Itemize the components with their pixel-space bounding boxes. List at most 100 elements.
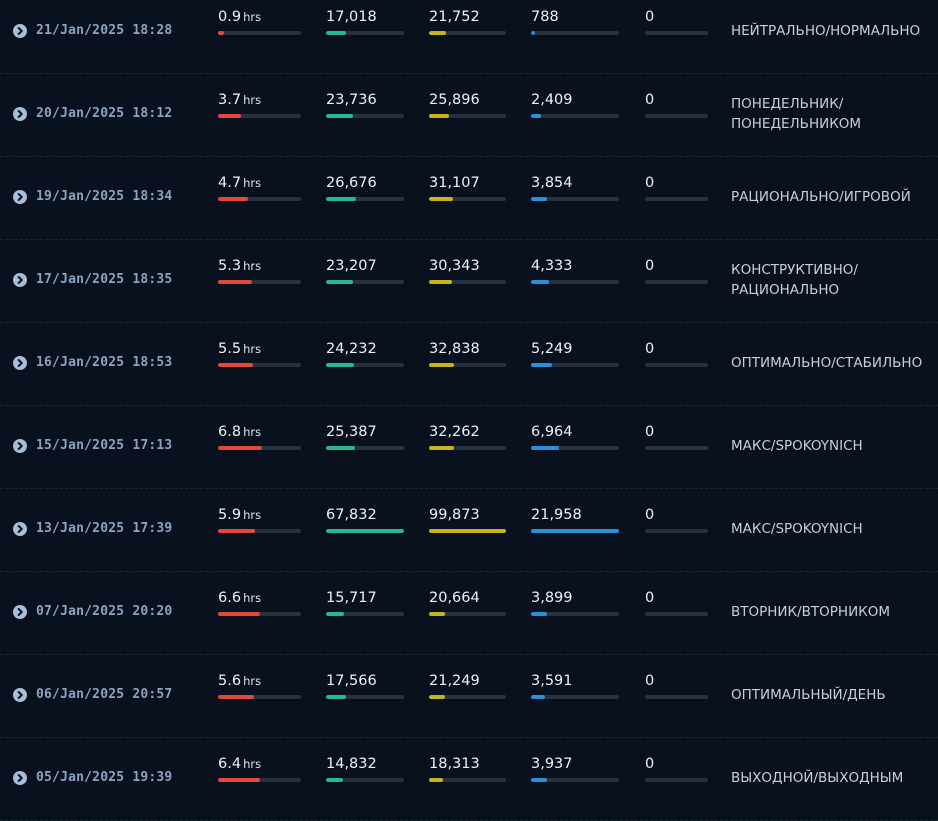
metric-2-cell: 26,676: [326, 174, 404, 206]
chevron-right-circle-icon[interactable]: [13, 190, 27, 204]
table-row: 07/Jan/2025 20:20 6.6 hrs 15,717 20,664 3,899…: [0, 572, 938, 655]
metric-4-number: 4,333: [531, 258, 573, 274]
metric-4-number: 3,591: [531, 673, 573, 689]
row-date[interactable]: 15/Jan/2025 17:13: [36, 438, 172, 453]
metric-5-number: 0: [645, 756, 655, 772]
hours-bar-fill: [218, 778, 260, 782]
chevron-right-circle-icon[interactable]: [13, 107, 27, 121]
metric-3-cell: 21,249: [429, 672, 506, 704]
metric-2-bar-fill: [326, 31, 346, 35]
table-row: 17/Jan/2025 18:35 5.3 hrs 23,207 30,343 4,333…: [0, 240, 938, 323]
metric-2-cell: 25,387: [326, 423, 404, 455]
metric-3-number: 31,107: [429, 175, 480, 191]
hours-bar-fill: [218, 446, 262, 450]
metric-4-value: 4,333: [531, 257, 619, 275]
metric-3-bar: [429, 197, 506, 201]
row-label: ВТОРНИК/ВТОРНИКОМ: [731, 604, 891, 620]
metric-5-value: 0: [645, 91, 708, 109]
row-date[interactable]: 20/Jan/2025 18:12: [36, 106, 172, 121]
metric-3-number: 30,343: [429, 258, 480, 274]
metric-4-bar-fill: [531, 363, 552, 367]
hours-unit: hrs: [243, 93, 262, 107]
hours-unit: hrs: [243, 674, 262, 688]
hours-cell: 6.8 hrs: [218, 423, 301, 455]
row-date[interactable]: 06/Jan/2025 20:57: [36, 687, 172, 702]
metric-3-number: 32,262: [429, 424, 480, 440]
metric-4-bar: [531, 446, 619, 450]
metric-5-value: 0: [645, 340, 708, 358]
metric-2-number: 25,387: [326, 424, 377, 440]
row-date[interactable]: 16/Jan/2025 18:53: [36, 355, 172, 370]
row-date[interactable]: 07/Jan/2025 20:20: [36, 604, 172, 619]
chevron-right-circle-icon[interactable]: [13, 522, 27, 536]
chevron-right-circle-icon[interactable]: [13, 771, 27, 785]
metric-4-value: 3,937: [531, 755, 619, 773]
hours-value: 4.7 hrs: [218, 174, 301, 192]
hours-value: 6.8 hrs: [218, 423, 301, 441]
table-row: 15/Jan/2025 17:13 6.8 hrs 25,387 32,262 6,964…: [0, 406, 938, 489]
row-date[interactable]: 19/Jan/2025 18:34: [36, 189, 172, 204]
metric-3-cell: 21,752: [429, 8, 506, 40]
metric-2-value: 25,387: [326, 423, 404, 441]
metric-3-bar-fill: [429, 197, 453, 201]
hours-cell: 5.5 hrs: [218, 340, 301, 372]
chevron-right-circle-icon[interactable]: [13, 356, 27, 370]
metric-3-bar: [429, 778, 506, 782]
chevron-right-circle-icon[interactable]: [13, 273, 27, 287]
hours-value: 5.5 hrs: [218, 340, 301, 358]
metric-2-value: 17,018: [326, 8, 404, 26]
chevron-right-circle-icon[interactable]: [13, 605, 27, 619]
metric-4-bar-fill: [531, 280, 549, 284]
chevron-right-circle-icon[interactable]: [13, 439, 27, 453]
hours-unit: hrs: [243, 425, 262, 439]
metric-2-bar: [326, 114, 404, 118]
hours-bar-fill: [218, 695, 254, 699]
hours-bar-fill: [218, 31, 224, 35]
metric-3-cell: 25,896: [429, 91, 506, 123]
metric-5-number: 0: [645, 175, 655, 191]
metric-5-number: 0: [645, 9, 655, 25]
hours-cell: 5.6 hrs: [218, 672, 301, 704]
row-date[interactable]: 05/Jan/2025 19:39: [36, 770, 172, 785]
metric-4-number: 3,937: [531, 756, 573, 772]
row-date[interactable]: 17/Jan/2025 18:35: [36, 272, 172, 287]
metric-3-cell: 32,838: [429, 340, 506, 372]
metric-2-bar-fill: [326, 695, 346, 699]
metric-5-bar: [645, 612, 708, 616]
metric-2-bar-fill: [326, 778, 343, 782]
metric-5-number: 0: [645, 258, 655, 274]
metric-5-number: 0: [645, 341, 655, 357]
metric-2-bar: [326, 363, 404, 367]
metric-5-number: 0: [645, 92, 655, 108]
hours-value: 3.7 hrs: [218, 91, 301, 109]
metric-4-bar-fill: [531, 529, 619, 533]
metric-2-number: 15,717: [326, 590, 377, 606]
metric-4-value: 788: [531, 8, 619, 26]
metric-2-number: 26,676: [326, 175, 377, 191]
metric-4-cell: 3,899: [531, 589, 619, 621]
metric-3-bar-fill: [429, 114, 449, 118]
metric-5-cell: 0: [645, 589, 708, 621]
hours-unit: hrs: [243, 508, 262, 522]
row-date[interactable]: 13/Jan/2025 17:39: [36, 521, 172, 536]
metric-4-cell: 21,958: [531, 506, 619, 538]
table-row: 16/Jan/2025 18:53 5.5 hrs 24,232 32,838 5,249…: [0, 323, 938, 406]
hours-number: 6.4: [218, 756, 242, 772]
row-label: ПОНЕДЕЛЬНИК/ ПОНЕДЕЛЬНИКОМ: [731, 96, 862, 132]
metric-3-bar-fill: [429, 612, 445, 616]
metric-4-cell: 4,333: [531, 257, 619, 289]
metric-4-cell: 5,249: [531, 340, 619, 372]
metric-3-bar: [429, 280, 506, 284]
row-label: МАКС/SPOKOYNICH: [731, 521, 863, 537]
metric-2-cell: 15,717: [326, 589, 404, 621]
metric-4-bar: [531, 529, 619, 533]
hours-unit: hrs: [243, 757, 262, 771]
row-date[interactable]: 21/Jan/2025 18:28: [36, 23, 172, 38]
metric-3-number: 21,752: [429, 9, 480, 25]
metric-3-number: 18,313: [429, 756, 480, 772]
metric-5-number: 0: [645, 590, 655, 606]
metric-5-cell: 0: [645, 755, 708, 787]
chevron-right-circle-icon[interactable]: [13, 688, 27, 702]
metric-3-cell: 99,873: [429, 506, 506, 538]
chevron-right-circle-icon[interactable]: [13, 24, 27, 38]
